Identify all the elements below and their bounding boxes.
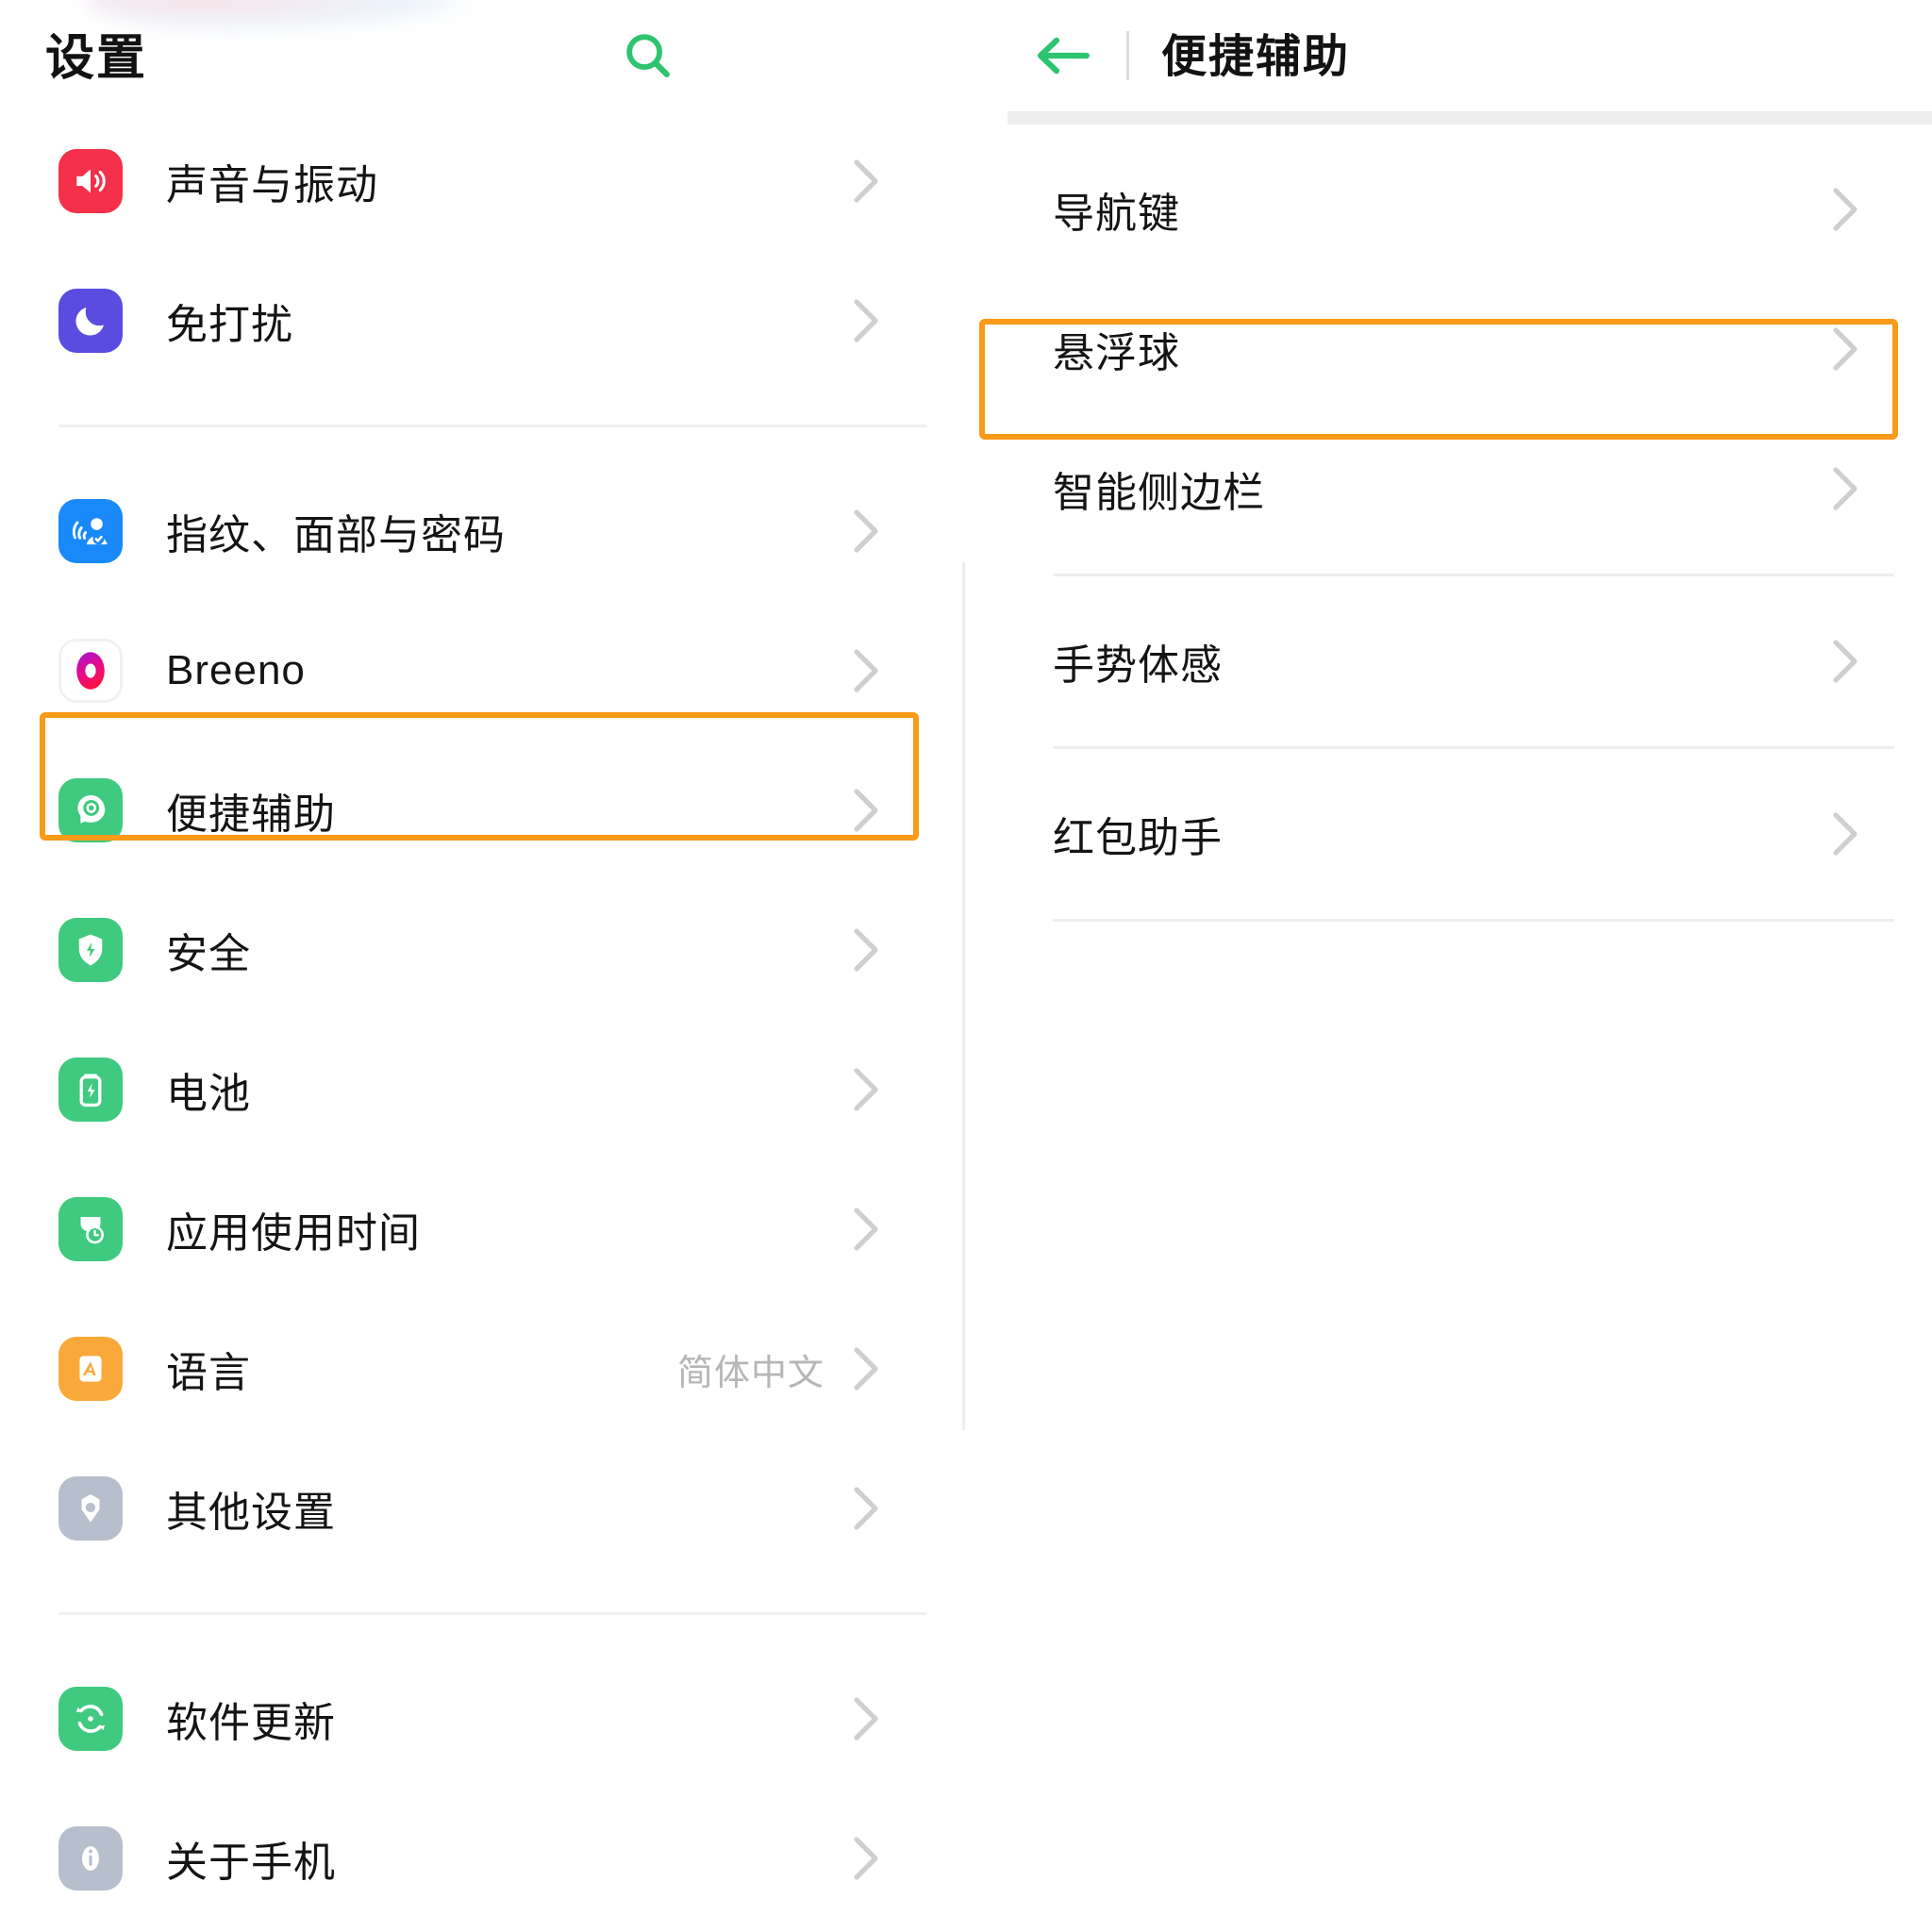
settings-left-panel: 设置 声音与振动 免打扰 指纹、面部与密码 Breeno 便捷辅助 安全 电池 …: [0, 0, 962, 1932]
assist-head-icon: [58, 778, 123, 842]
sound-icon: [58, 149, 123, 213]
list-divider: [1053, 919, 1894, 922]
sidebar-item-label: 指纹、面部与密码: [166, 512, 506, 558]
sidebar-item-label: 免打扰: [166, 302, 293, 348]
sidebar-item-other-settings[interactable]: 其他设置: [0, 1439, 962, 1578]
chevron-right-icon: [849, 1342, 924, 1395]
list-gap: [962, 904, 1932, 919]
sidebar-item-label: 声音与振动: [166, 162, 378, 208]
sidebar-item-screen-time[interactable]: 应用使用时间: [0, 1159, 962, 1299]
sidebar-item-label: Breeno: [166, 647, 306, 693]
detail-header: 便捷辅助: [962, 0, 1932, 111]
chevron-right-icon: [849, 294, 924, 347]
sidebar-item-sound[interactable]: 声音与振动: [0, 111, 962, 251]
chevron-right-icon: [849, 505, 924, 558]
sidebar-item-fingerprint[interactable]: 指纹、面部与密码: [0, 461, 962, 601]
sidebar-item-language[interactable]: 语言 简体中文: [0, 1299, 962, 1439]
sidebar-item-security[interactable]: 安全: [0, 880, 962, 1020]
sidebar-item-label: 应用使用时间: [166, 1210, 421, 1257]
page-title: 设置: [45, 31, 148, 86]
chevron-right-icon: [849, 1832, 924, 1885]
settings-header: 设置: [0, 0, 962, 111]
sidebar-item-label: 电池: [166, 1071, 251, 1117]
sidebar-item-label: 语言: [166, 1350, 251, 1396]
convenience-assist-panel: 便捷辅助 导航键 悬浮球 智能侧边栏 手势体感 红包助手: [962, 0, 1932, 1932]
list-gap: [962, 731, 1932, 746]
gear-icon: [58, 1476, 123, 1541]
settings-split-screen: 设置 声音与振动 免打扰 指纹、面部与密码 Breeno 便捷辅助 安全 电池 …: [0, 0, 1932, 1932]
detail-item-red-packet-assistant[interactable]: 红包助手: [962, 764, 1932, 904]
info-icon: [58, 1826, 123, 1890]
chevron-right-icon: [1828, 635, 1885, 688]
chevron-right-icon: [849, 155, 924, 208]
detail-item-label: 悬浮球: [1053, 330, 1180, 376]
battery-icon: [58, 1058, 123, 1122]
sidebar-item-battery[interactable]: 电池: [0, 1020, 962, 1159]
fingerprint-icon: [58, 499, 123, 563]
list-gap: [0, 1615, 962, 1649]
detail-item-label: 智能侧边栏: [1053, 470, 1265, 516]
list-gap: [962, 749, 1932, 764]
detail-item-floating-ball[interactable]: 悬浮球: [962, 279, 1932, 419]
back-arrow-icon[interactable]: [1028, 21, 1098, 91]
clock-icon: [58, 1197, 123, 1261]
sidebar-item-label: 关于手机: [166, 1840, 336, 1886]
sidebar-item-label: 便捷辅助: [166, 791, 336, 838]
sidebar-item-dnd[interactable]: 免打扰: [0, 251, 962, 391]
list-gap: [962, 125, 1932, 140]
chevron-right-icon: [849, 1482, 924, 1535]
chevron-right-icon: [849, 644, 924, 697]
header-divider: [1126, 31, 1129, 80]
list-gap: [0, 1928, 962, 1932]
search-icon[interactable]: [606, 13, 691, 98]
refresh-icon: [58, 1687, 123, 1751]
detail-item-label: 红包助手: [1053, 815, 1223, 861]
chevron-right-icon: [1828, 183, 1885, 236]
detail-item-navigation-keys[interactable]: 导航键: [962, 140, 1932, 279]
list-gap: [962, 558, 1932, 574]
breeno-icon: [58, 639, 123, 703]
detail-page-title: 便捷辅助: [1161, 32, 1351, 82]
chevron-right-icon: [849, 784, 924, 837]
chevron-right-icon: [1828, 462, 1885, 515]
chevron-right-icon: [849, 1692, 924, 1745]
sidebar-item-breeno[interactable]: Breeno: [0, 601, 962, 741]
list-gap: [0, 1578, 962, 1612]
language-value: 简体中文: [676, 1353, 824, 1393]
sidebar-item-label: 其他设置: [166, 1490, 336, 1536]
sidebar-item-about-phone[interactable]: 关于手机: [0, 1789, 962, 1928]
chevron-right-icon: [849, 1203, 924, 1256]
moon-icon: [58, 289, 123, 353]
shield-icon: [58, 918, 123, 982]
sidebar-item-label: 软件更新: [166, 1700, 336, 1746]
list-gap: [0, 427, 962, 461]
list-gap: [962, 576, 1932, 591]
detail-item-label: 导航键: [1053, 191, 1180, 237]
chevron-right-icon: [1828, 323, 1885, 375]
chevron-right-icon: [1828, 808, 1885, 860]
chevron-right-icon: [849, 1063, 924, 1116]
detail-item-gesture-motion[interactable]: 手势体感: [962, 591, 1932, 731]
scroll-top-band: [1008, 111, 1932, 125]
settings-list: 声音与振动 免打扰 指纹、面部与密码 Breeno 便捷辅助 安全 电池 应用使…: [0, 111, 962, 1932]
detail-item-label: 手势体感: [1053, 642, 1223, 689]
detail-item-smart-sidebar[interactable]: 智能侧边栏: [962, 419, 1932, 558]
list-gap: [0, 391, 962, 425]
chevron-right-icon: [849, 924, 924, 976]
language-a-icon: [58, 1337, 123, 1401]
sidebar-item-convenience-assist[interactable]: 便捷辅助: [0, 741, 962, 880]
sidebar-item-software-update[interactable]: 软件更新: [0, 1649, 962, 1789]
sidebar-item-label: 安全: [166, 931, 251, 977]
